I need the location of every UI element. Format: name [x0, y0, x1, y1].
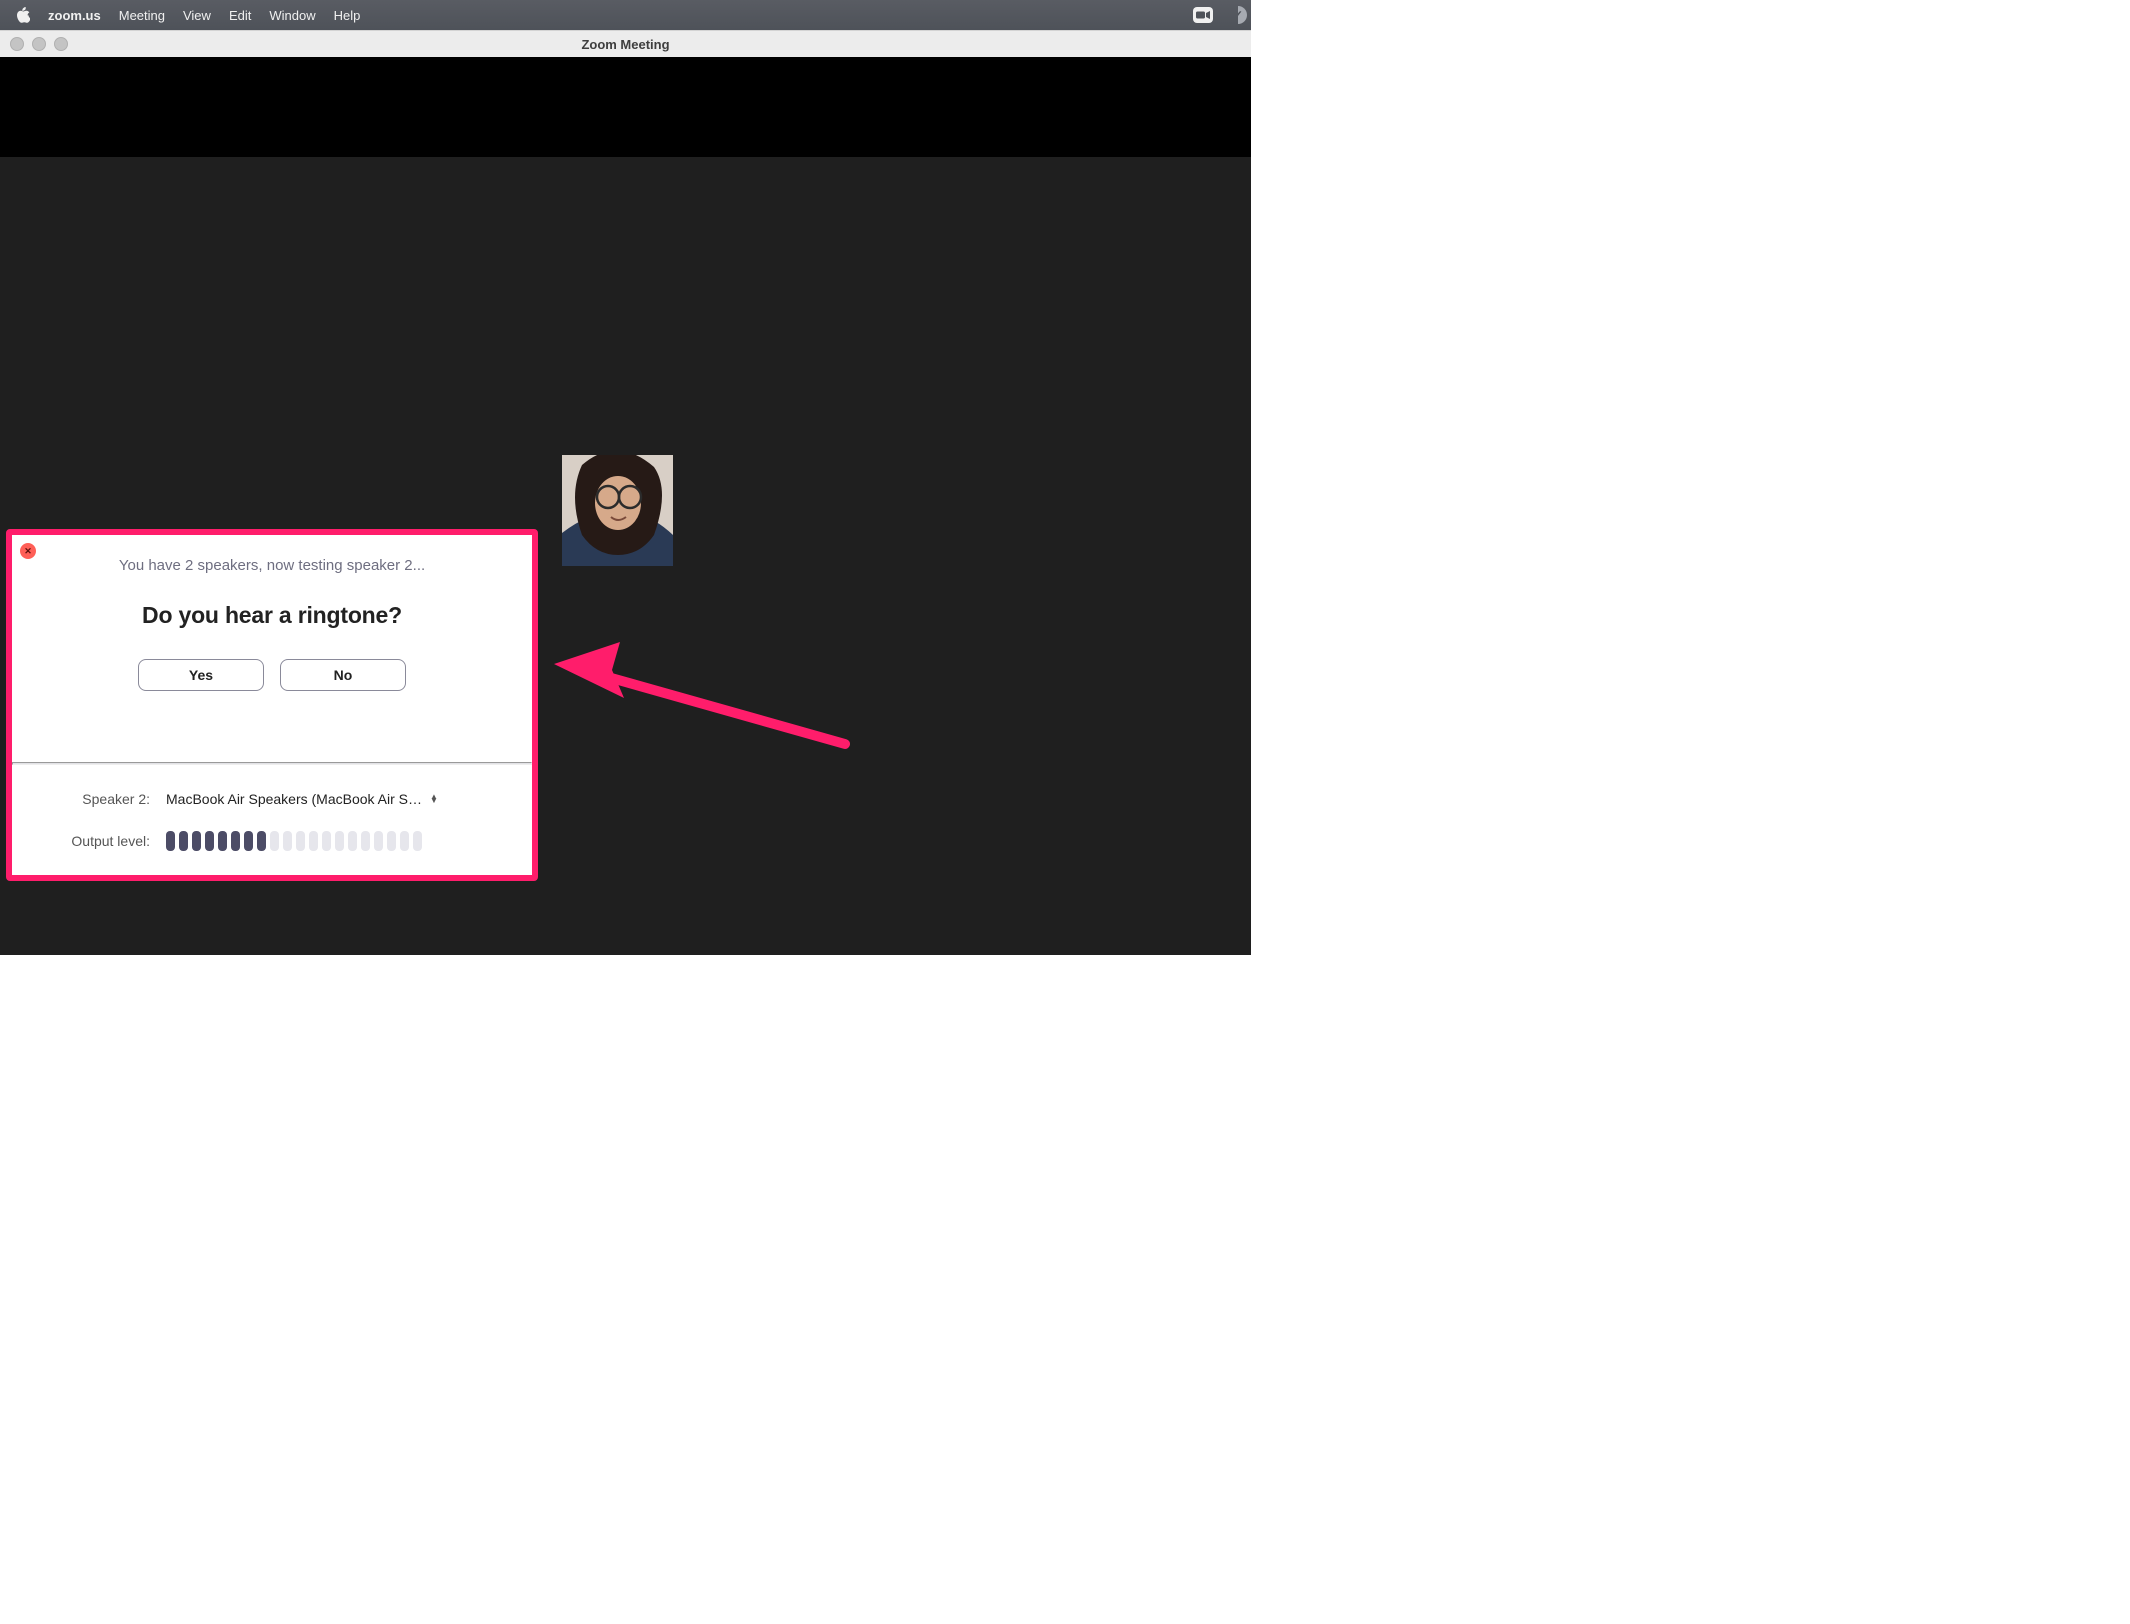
- level-segment: [218, 831, 227, 851]
- window-minimize-button[interactable]: [32, 37, 46, 51]
- dialog-details: Speaker 2: MacBook Air Speakers (MacBook…: [12, 765, 532, 875]
- menu-edit[interactable]: Edit: [229, 8, 251, 23]
- zoom-tray-icon[interactable]: [1193, 7, 1213, 23]
- level-segment: [296, 831, 305, 851]
- level-segment: [231, 831, 240, 851]
- level-segment: [413, 831, 422, 851]
- level-segment: [322, 831, 331, 851]
- macos-menubar: zoom.us Meeting View Edit Window Help ✓: [0, 0, 1251, 30]
- level-segment: [361, 831, 370, 851]
- menubar-left: zoom.us Meeting View Edit Window Help: [16, 7, 360, 23]
- traffic-lights: [10, 37, 68, 51]
- chevron-updown-icon: ▲▼: [430, 795, 438, 803]
- dialog-subtitle: You have 2 speakers, now testing speaker…: [32, 557, 512, 574]
- no-button[interactable]: No: [280, 659, 406, 691]
- level-segment: [270, 831, 279, 851]
- output-level-meter: [166, 831, 422, 851]
- speaker-test-dialog: ✕ You have 2 speakers, now testing speak…: [6, 529, 538, 881]
- level-segment: [387, 831, 396, 851]
- output-level-row: Output level:: [40, 831, 504, 851]
- dialog-buttons: Yes No: [32, 659, 512, 691]
- level-segment: [179, 831, 188, 851]
- level-segment: [309, 831, 318, 851]
- video-top-strip: [0, 57, 1251, 157]
- menu-app-name[interactable]: zoom.us: [48, 8, 101, 23]
- speaker-select-value: MacBook Air Speakers (MacBook Air S…: [166, 791, 422, 807]
- level-segment: [283, 831, 292, 851]
- window-title: Zoom Meeting: [581, 37, 669, 52]
- menubar-right: ✓: [1193, 6, 1241, 24]
- annotation-arrow: [550, 642, 850, 752]
- speaker-select[interactable]: MacBook Air Speakers (MacBook Air S… ▲▼: [166, 791, 504, 807]
- level-segment: [348, 831, 357, 851]
- dialog-title: Do you hear a ringtone?: [32, 602, 512, 629]
- speaker-row: Speaker 2: MacBook Air Speakers (MacBook…: [40, 791, 504, 807]
- participant-video-tile[interactable]: [562, 455, 673, 566]
- menu-help[interactable]: Help: [334, 8, 361, 23]
- level-segment: [374, 831, 383, 851]
- dialog-main: You have 2 speakers, now testing speaker…: [12, 535, 532, 762]
- window-zoom-button[interactable]: [54, 37, 68, 51]
- speaker-label: Speaker 2:: [40, 791, 166, 807]
- level-segment: [244, 831, 253, 851]
- level-segment: [166, 831, 175, 851]
- yes-button[interactable]: Yes: [138, 659, 264, 691]
- menu-meeting[interactable]: Meeting: [119, 8, 165, 23]
- level-segment: [335, 831, 344, 851]
- window-close-button[interactable]: [10, 37, 24, 51]
- close-icon[interactable]: ✕: [20, 543, 36, 559]
- meeting-video-area: ✕ You have 2 speakers, now testing speak…: [0, 57, 1251, 955]
- menu-view[interactable]: View: [183, 8, 211, 23]
- window-titlebar: Zoom Meeting: [0, 30, 1251, 57]
- level-segment: [192, 831, 201, 851]
- level-segment: [257, 831, 266, 851]
- apple-icon[interactable]: [16, 7, 30, 23]
- level-segment: [205, 831, 214, 851]
- menubar-overflow-icon[interactable]: ✓: [1229, 6, 1247, 24]
- menu-window[interactable]: Window: [269, 8, 315, 23]
- output-level-label: Output level:: [40, 833, 166, 849]
- level-segment: [400, 831, 409, 851]
